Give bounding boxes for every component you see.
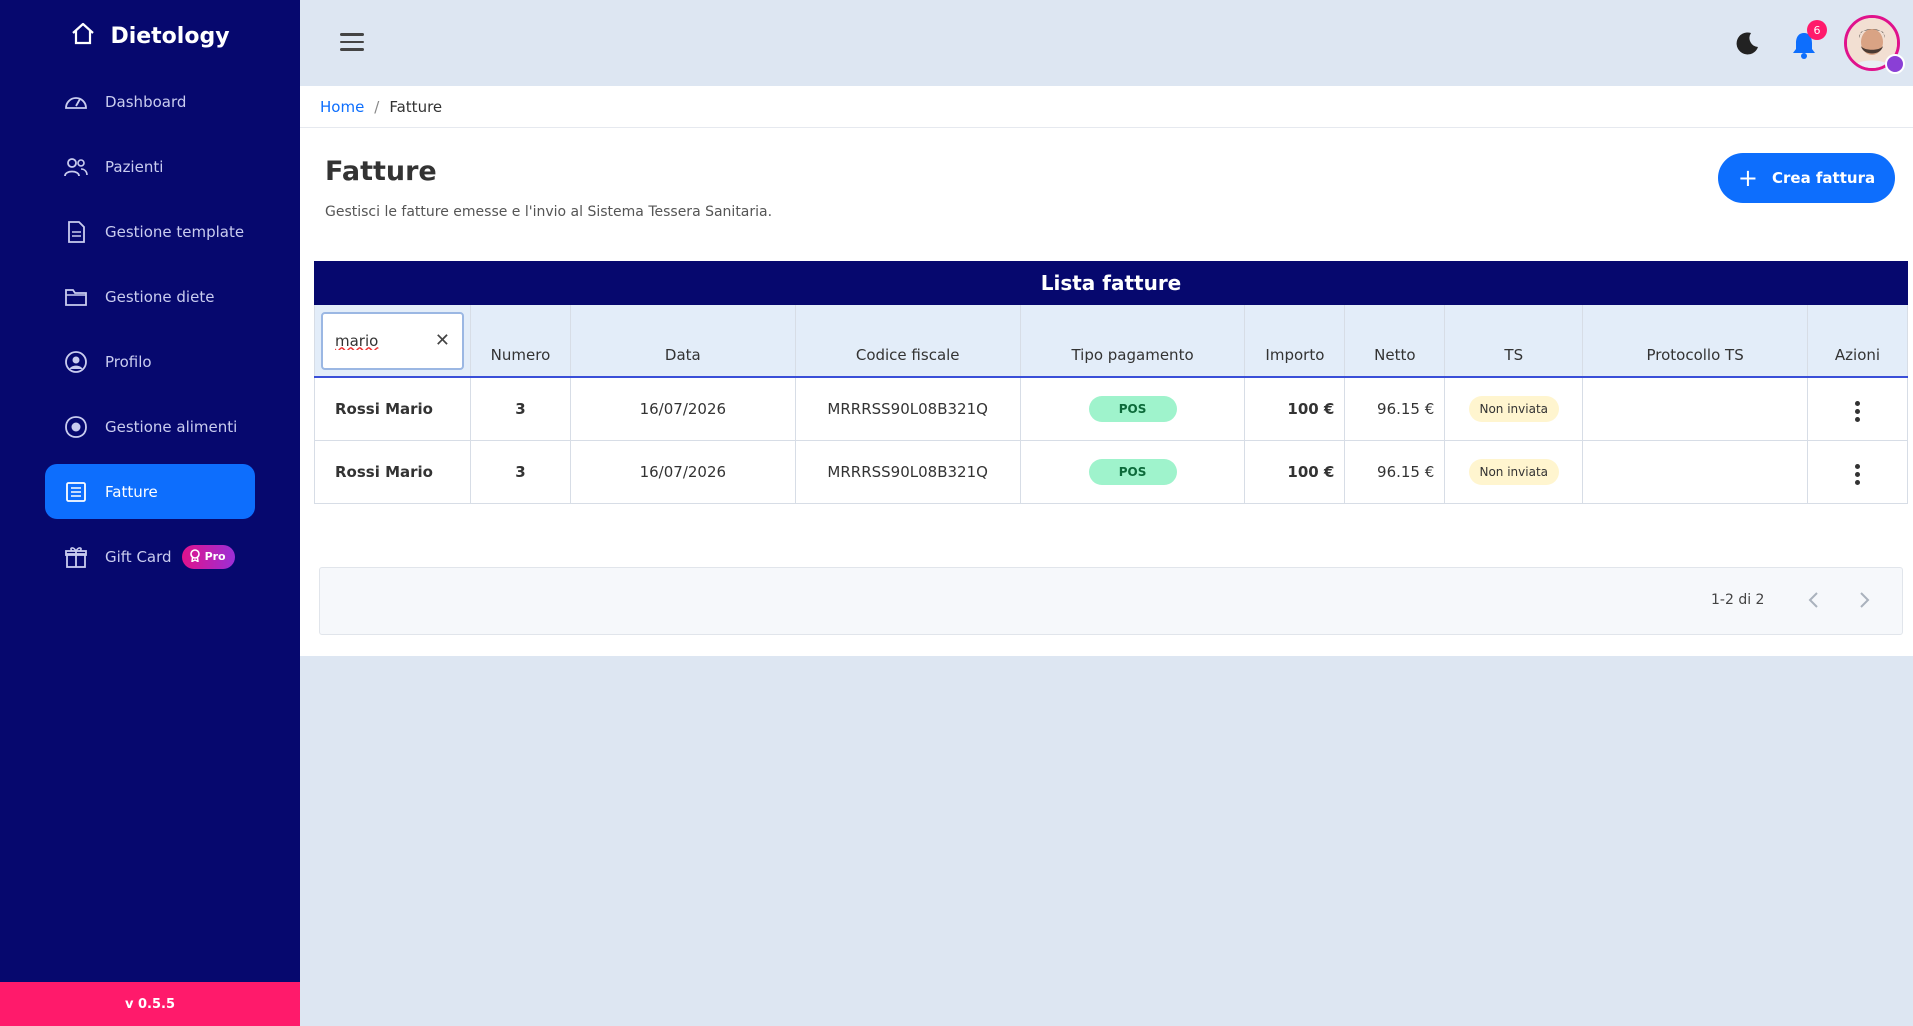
table-title: Lista fatture bbox=[314, 261, 1908, 305]
column-header-importo[interactable]: Importo bbox=[1244, 305, 1346, 377]
sidebar-item-label: Gift Card bbox=[105, 547, 172, 566]
sidebar-item-label: Dashboard bbox=[105, 92, 187, 111]
cell-azioni bbox=[1807, 440, 1908, 504]
breadcrumb: Home / Fatture bbox=[300, 86, 1913, 128]
home-icon bbox=[70, 22, 96, 50]
column-header-numero[interactable]: Numero bbox=[470, 305, 571, 377]
ts-status-badge: Non inviata bbox=[1468, 395, 1559, 422]
gauge-icon bbox=[63, 89, 89, 115]
cell-tipo-pagamento: POS bbox=[1020, 440, 1246, 504]
sidebar-item-label: Gestione diete bbox=[105, 287, 215, 306]
sidebar-item-gestione-alimenti[interactable]: Gestione alimenti bbox=[45, 399, 255, 454]
table-row[interactable]: Rossi Mario 3 16/07/2026 MRRRSS90L08B321… bbox=[314, 377, 1908, 441]
sidebar-item-fatture[interactable]: Fatture bbox=[45, 464, 255, 519]
pro-user-badge-icon bbox=[1885, 54, 1905, 74]
notification-count-badge: 6 bbox=[1807, 20, 1827, 40]
cell-importo: 100 € bbox=[1244, 377, 1346, 441]
sidebar-item-label: Pazienti bbox=[105, 157, 164, 176]
sidebar: Dietology Dashboard Pazienti Gestione te… bbox=[0, 0, 300, 1026]
sidebar-item-gift-card[interactable]: Gift Card Pro bbox=[45, 529, 255, 584]
gift-icon bbox=[63, 544, 89, 570]
cell-ts: Non inviata bbox=[1444, 377, 1584, 441]
cell-netto: 96.15 € bbox=[1344, 377, 1446, 441]
chevron-left-icon[interactable] bbox=[1802, 588, 1826, 612]
file-icon bbox=[63, 219, 89, 245]
payment-type-badge: POS bbox=[1088, 458, 1177, 485]
version-label: v 0.5.5 bbox=[124, 996, 175, 1012]
cell-patient-name: Rossi Mario bbox=[314, 377, 471, 441]
user-circle-icon bbox=[63, 349, 89, 375]
payment-type-badge: POS bbox=[1088, 395, 1177, 422]
search-cell: ✕ bbox=[314, 305, 471, 377]
cell-protocollo-ts bbox=[1582, 377, 1808, 441]
sidebar-item-gestione-template[interactable]: Gestione template bbox=[45, 204, 255, 259]
brand[interactable]: Dietology bbox=[0, 22, 300, 50]
cell-patient-name: Rossi Mario bbox=[314, 440, 471, 504]
cell-protocollo-ts bbox=[1582, 440, 1808, 504]
column-header-tipo-pagamento[interactable]: Tipo pagamento bbox=[1020, 305, 1246, 377]
pagination-info: 1-2 di 2 bbox=[1711, 592, 1765, 608]
menu-toggle-icon[interactable] bbox=[340, 33, 364, 53]
sidebar-item-label: Profilo bbox=[105, 352, 152, 371]
breadcrumb-separator: / bbox=[374, 97, 380, 116]
cell-importo: 100 € bbox=[1244, 440, 1346, 504]
table-row[interactable]: Rossi Mario 3 16/07/2026 MRRRSS90L08B321… bbox=[314, 440, 1908, 504]
food-icon bbox=[63, 414, 89, 440]
app-name: Dietology bbox=[110, 23, 230, 49]
breadcrumb-home-link[interactable]: Home bbox=[320, 98, 364, 116]
cell-data: 16/07/2026 bbox=[570, 377, 796, 441]
pro-badge-label: Pro bbox=[204, 550, 226, 563]
table-header-row: ✕ Numero Data Codice fiscale Tipo pagame… bbox=[314, 305, 1908, 377]
chevron-right-icon[interactable] bbox=[1852, 588, 1876, 612]
search-input[interactable] bbox=[335, 331, 425, 350]
cell-numero: 3 bbox=[470, 440, 571, 504]
folder-icon bbox=[63, 284, 89, 310]
sidebar-item-label: Gestione alimenti bbox=[105, 417, 238, 436]
invoice-table: ✕ Numero Data Codice fiscale Tipo pagame… bbox=[314, 305, 1908, 504]
column-header-codice-fiscale[interactable]: Codice fiscale bbox=[795, 305, 1021, 377]
page-subtitle: Gestisci le fatture emesse e l'invio al … bbox=[325, 204, 773, 220]
users-icon bbox=[63, 154, 89, 180]
page-title: Fatture bbox=[325, 156, 437, 187]
cell-data: 16/07/2026 bbox=[570, 440, 796, 504]
dark-mode-moon-icon[interactable] bbox=[1734, 30, 1760, 56]
search-field[interactable]: ✕ bbox=[321, 311, 464, 370]
row-actions-kebab-icon[interactable] bbox=[1847, 397, 1868, 426]
cell-tipo-pagamento: POS bbox=[1020, 377, 1246, 441]
ts-status-badge: Non inviata bbox=[1468, 458, 1559, 485]
cell-netto: 96.15 € bbox=[1344, 440, 1446, 504]
create-invoice-label: Crea fattura bbox=[1771, 169, 1876, 187]
sidebar-nav: Dashboard Pazienti Gestione template Ges… bbox=[45, 74, 255, 594]
award-icon bbox=[189, 548, 201, 565]
column-header-ts[interactable]: TS bbox=[1444, 305, 1584, 377]
cell-numero: 3 bbox=[470, 377, 571, 441]
cell-ts: Non inviata bbox=[1444, 440, 1584, 504]
column-header-protocollo-ts[interactable]: Protocollo TS bbox=[1582, 305, 1808, 377]
sidebar-item-gestione-diete[interactable]: Gestione diete bbox=[45, 269, 255, 324]
column-header-azioni: Azioni bbox=[1834, 346, 1881, 364]
cell-codice-fiscale: MRRRSS90L08B321Q bbox=[795, 377, 1021, 441]
clear-search-icon[interactable]: ✕ bbox=[435, 330, 450, 351]
main-panel: Fatture Gestisci le fatture emesse e l'i… bbox=[300, 128, 1913, 656]
sidebar-item-pazienti[interactable]: Pazienti bbox=[45, 139, 255, 194]
topbar: 6 bbox=[300, 0, 1913, 86]
breadcrumb-current: Fatture bbox=[389, 97, 443, 116]
row-actions-kebab-icon[interactable] bbox=[1847, 460, 1868, 489]
plus-icon: + bbox=[1737, 164, 1758, 192]
pro-badge: Pro bbox=[181, 544, 235, 569]
column-header-netto[interactable]: Netto bbox=[1344, 305, 1446, 377]
invoice-icon bbox=[63, 479, 89, 505]
sidebar-item-label: Gestione template bbox=[105, 222, 245, 241]
cell-codice-fiscale: MRRRSS90L08B321Q bbox=[795, 440, 1021, 504]
create-invoice-button[interactable]: + Crea fattura bbox=[1718, 153, 1895, 203]
cell-azioni bbox=[1807, 377, 1908, 441]
column-header-data[interactable]: Data bbox=[570, 305, 796, 377]
sidebar-item-dashboard[interactable]: Dashboard bbox=[45, 74, 255, 129]
sidebar-item-label: Fatture bbox=[105, 482, 158, 501]
pagination-bar: 1-2 di 2 bbox=[319, 567, 1903, 635]
invoice-table-card: Lista fatture ✕ Numero Data Codice fisca… bbox=[314, 261, 1908, 504]
sidebar-item-profilo[interactable]: Profilo bbox=[45, 334, 255, 389]
version-bar: v 0.5.5 bbox=[0, 982, 300, 1026]
